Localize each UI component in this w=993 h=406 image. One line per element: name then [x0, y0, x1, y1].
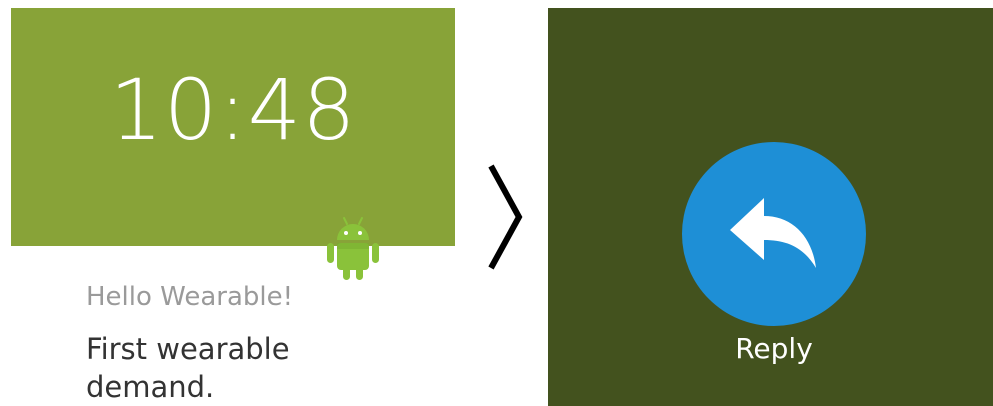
android-robot-icon — [327, 217, 379, 280]
notification-text: First wearable demand. — [86, 332, 290, 404]
watch-face: 10:48 — [11, 8, 455, 246]
reply-arrow-icon — [730, 198, 816, 268]
reply-button[interactable] — [682, 142, 866, 326]
watch-notification-screen: 10:48 Hello Wearable! First wearable dem… — [11, 8, 455, 406]
screenshot-canvas: 10:48 Hello Wearable! First wearable dem… — [0, 0, 993, 406]
chevron-right-icon — [488, 164, 523, 270]
watch-action-screen: Reply — [548, 8, 993, 406]
clock-time: 10:48 — [109, 61, 357, 159]
notification-title: Hello Wearable! — [86, 282, 294, 312]
notification-card[interactable]: Hello Wearable! First wearable demand. — [11, 246, 455, 406]
reply-label: Reply — [735, 332, 813, 365]
